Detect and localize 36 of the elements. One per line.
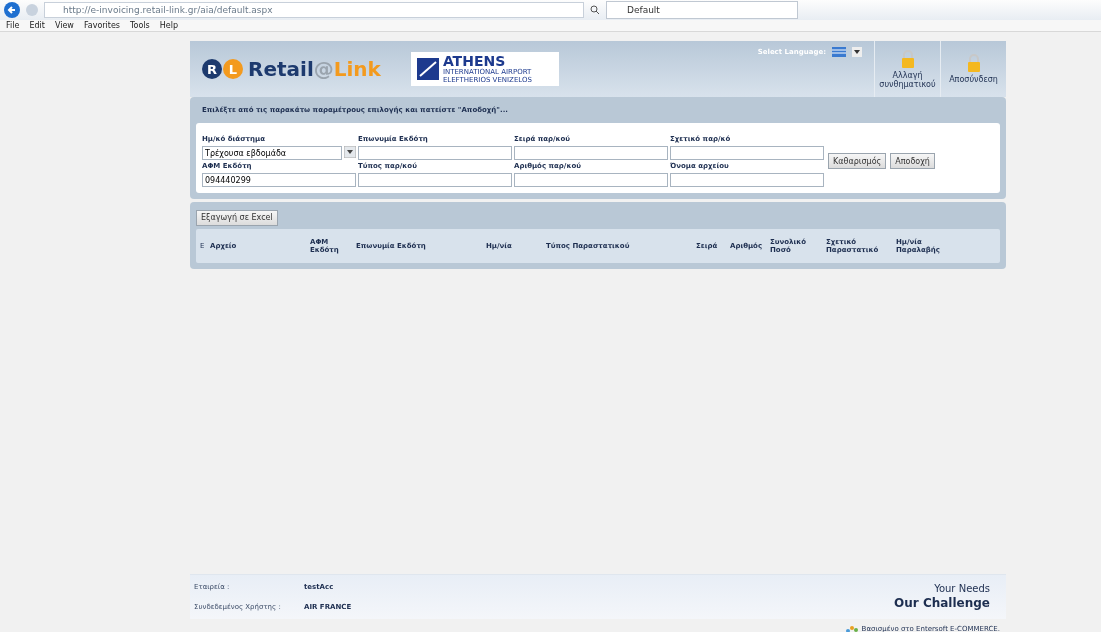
flag-icon[interactable] xyxy=(832,47,846,57)
padlock-icon xyxy=(900,49,915,68)
input-field[interactable] xyxy=(670,173,824,187)
menu-item[interactable]: Favorites xyxy=(83,21,120,30)
address-bar[interactable]: http://e-invoicing.retail-link.gr/aia/default.aspx xyxy=(44,2,584,18)
form-button[interactable]: Αποδοχή xyxy=(890,153,935,169)
input-field[interactable] xyxy=(670,146,824,160)
partner-name: ATHENS xyxy=(442,54,507,68)
input-field[interactable] xyxy=(358,146,512,160)
dots-icon xyxy=(844,623,859,632)
form-button[interactable]: Καθαρισμός xyxy=(828,153,887,169)
logo-text: @ xyxy=(313,57,334,81)
search-icon[interactable] xyxy=(590,5,600,15)
slogan-text: Your Needs xyxy=(934,582,990,594)
logo-badge: R xyxy=(202,59,222,79)
export-button[interactable]: Εξαγωγή σε Excel xyxy=(196,209,278,226)
menu-item[interactable]: Help xyxy=(159,21,178,30)
dropdown-icon[interactable] xyxy=(852,47,862,57)
menu-item[interactable]: Edit xyxy=(29,21,45,30)
input-field[interactable] xyxy=(514,146,668,160)
menu-item[interactable]: File xyxy=(6,21,20,30)
period-select[interactable]: Τρέχουσα εβδομάδα xyxy=(202,146,342,160)
browser-tab[interactable]: Default xyxy=(606,1,798,19)
dropdown-icon[interactable] xyxy=(344,146,356,158)
slogan-text: Our Challenge xyxy=(894,595,990,610)
forward-icon[interactable] xyxy=(26,4,38,16)
logo-text: Retail xyxy=(248,57,314,81)
back-icon[interactable] xyxy=(4,2,20,18)
menu-item[interactable]: View xyxy=(54,21,74,30)
padlock-icon xyxy=(966,54,981,72)
input-field[interactable]: 094440299 xyxy=(202,173,356,187)
input-field[interactable] xyxy=(514,173,668,187)
input-field[interactable] xyxy=(358,173,512,187)
menu-item[interactable]: Tools xyxy=(130,21,150,30)
logo-badge: L xyxy=(223,59,243,79)
logo-text: Link xyxy=(333,57,381,81)
